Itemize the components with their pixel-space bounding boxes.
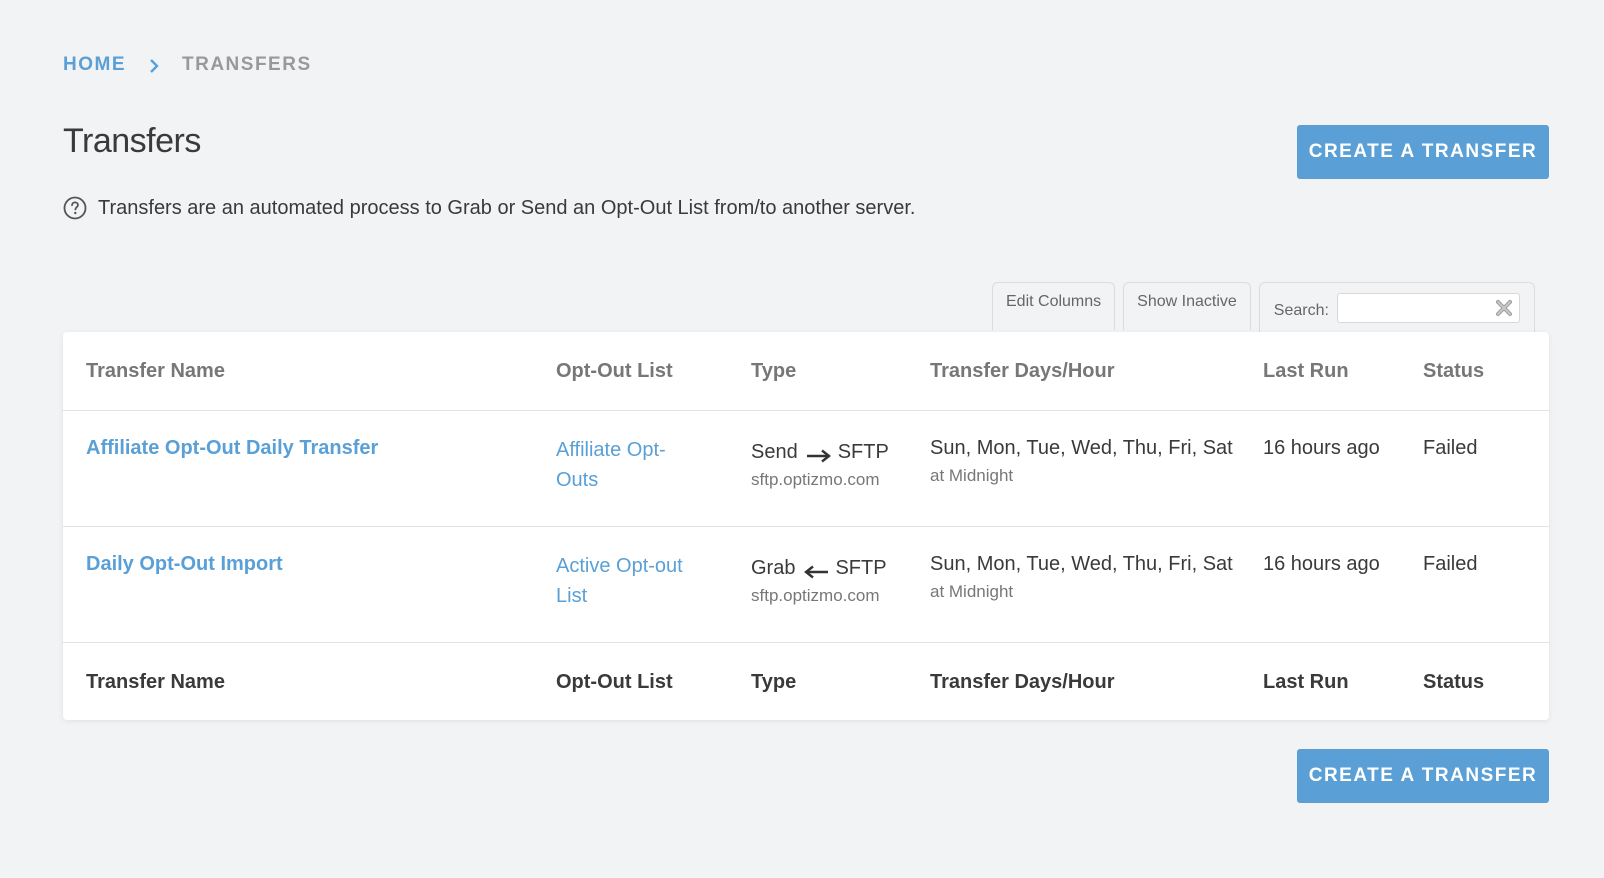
transfer-type: Send SFTP [751,441,930,464]
right-arrow-icon [806,446,832,462]
edit-columns-button[interactable]: Edit Columns [992,282,1116,330]
footer-type: Type [751,670,797,693]
opt-out-list-link[interactable]: Active Opt-out List [556,551,706,611]
transfers-table-card: Transfer Name Opt-Out List Type Transfer… [63,332,1549,720]
column-header-opt-out-list[interactable]: Opt-Out List [556,332,751,411]
table-toolbar: Edit Columns Show Inactive Search: [992,282,1535,334]
type-protocol: SFTP [837,441,889,463]
column-header-status[interactable]: Status [1423,332,1549,411]
page-title: Transfers [63,122,201,160]
footer-status: Status [1423,670,1485,693]
last-run: 16 hours ago [1263,553,1380,575]
column-header-transfer-name[interactable]: Transfer Name [63,332,556,411]
description-text: Transfers are an automated process to Gr… [98,196,916,219]
page-description: Transfers are an automated process to Gr… [63,196,915,220]
type-host: sftp.optizmo.com [751,470,880,489]
column-header-days-hour[interactable]: Transfer Days/Hour [930,332,1263,411]
status-text: Failed [1423,437,1478,459]
table-row: Daily Opt-Out Import Active Opt-out List… [63,526,1549,643]
type-action: Send [751,441,798,463]
footer-opt-out-list: Opt-Out List [556,670,673,693]
table-footer-row: Transfer Name Opt-Out List Type Transfer… [63,642,1549,722]
create-transfer-button-bottom[interactable]: CREATE A TRANSFER [1297,749,1549,803]
search-field [1336,293,1520,323]
breadcrumb-current: TRANSFERS [182,54,312,75]
transfer-hour: at Midnight [930,582,1014,601]
column-header-last-run[interactable]: Last Run [1263,332,1423,411]
search-label: Search: [1273,302,1329,319]
table-row: Affiliate Opt-Out Daily Transfer Affilia… [63,410,1549,527]
table-header-row: Transfer Name Opt-Out List Type Transfer… [63,332,1549,411]
page: HOME TRANSFERS Transfers CREATE A TRANSF… [0,0,1604,878]
search-box: Search: [1258,282,1535,334]
clear-search-icon[interactable] [1495,299,1513,317]
search-input[interactable] [1343,294,1498,322]
transfer-days: Sun, Mon, Tue, Wed, Thu, Fri, Sat [930,553,1233,575]
last-run: 16 hours ago [1263,437,1380,459]
chevron-right-icon [148,55,160,75]
footer-days-hour: Transfer Days/Hour [930,670,1115,693]
footer-transfer-name: Transfer Name [86,670,225,693]
create-transfer-button-top[interactable]: CREATE A TRANSFER [1297,125,1549,179]
opt-out-list-link[interactable]: Affiliate Opt-Outs [556,435,706,495]
question-circle-icon [63,196,87,220]
type-host: sftp.optizmo.com [751,586,880,605]
transfer-hour: at Midnight [930,466,1014,485]
transfer-name-link[interactable]: Daily Opt-Out Import [86,553,283,575]
status-text: Failed [1423,553,1478,575]
transfer-name-link[interactable]: Affiliate Opt-Out Daily Transfer [86,437,378,459]
transfer-type: Grab SFTP [751,557,930,580]
column-header-type[interactable]: Type [751,332,930,411]
transfer-days: Sun, Mon, Tue, Wed, Thu, Fri, Sat [930,437,1233,459]
type-action: Grab [751,557,796,579]
footer-last-run: Last Run [1263,670,1349,693]
show-inactive-button[interactable]: Show Inactive [1123,282,1251,330]
type-protocol: SFTP [835,557,887,579]
breadcrumb-home-link[interactable]: HOME [63,54,126,76]
breadcrumb: HOME TRANSFERS [63,54,312,76]
left-arrow-icon [803,562,829,578]
transfers-table: Transfer Name Opt-Out List Type Transfer… [63,332,1549,721]
